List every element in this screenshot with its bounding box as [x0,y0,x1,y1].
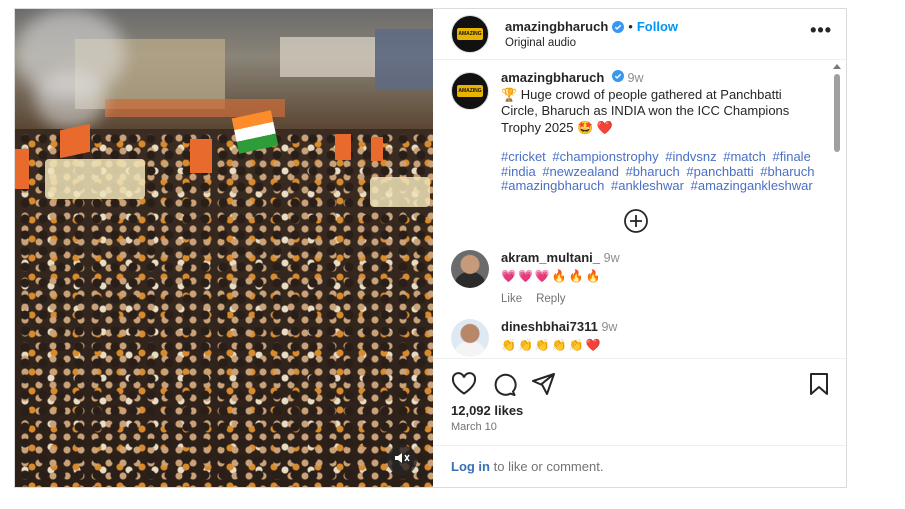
hashtag-link[interactable]: #bharuch [626,164,680,179]
load-more-comments [451,208,820,234]
caption-hashtags: #cricket #championstrophy #indvsnz #matc… [501,150,820,194]
commenter-avatar[interactable] [451,318,489,357]
author-logo: AMAZING [457,28,483,41]
comment-text: 👏👏👏👏👏❤️ [501,337,603,352]
comment-item: akram_multani_ 9w 💗💗💗🔥🔥🔥 Like Reply [451,249,820,305]
login-prompt-text: to like or comment. [490,459,604,474]
mute-button[interactable] [387,445,417,475]
hashtag-link[interactable]: #cricket [501,149,546,165]
likes-count[interactable]: 12,092 likes [451,403,830,418]
video-building-right [375,29,433,89]
commenter-avatar[interactable] [451,249,489,288]
paper-plane-icon[interactable] [531,372,557,396]
hashtag-link[interactable]: #finale [772,149,810,165]
video-flag [335,134,351,160]
post-side-panel: AMAZING amazingbharuch • Follow Original… [433,9,846,487]
plus-circle-icon[interactable] [623,208,649,234]
comment-time[interactable]: 9w [604,251,620,265]
login-prompt: Log in to like or comment. [433,445,846,487]
instagram-post: AMAZING amazingbharuch • Follow Original… [14,8,847,488]
bookmark-icon[interactable] [808,372,830,396]
verified-badge-icon [612,20,625,33]
author-avatar[interactable]: AMAZING [451,15,489,54]
hashtag-link[interactable]: #panchbatti [686,164,753,179]
video-vehicle [370,177,430,207]
comment-reply-button[interactable]: Reply [536,293,565,305]
hashtag-link[interactable]: #indvsnz [665,149,716,165]
hashtag-link[interactable]: #ankleshwar [611,178,684,194]
video-smoke [35,69,105,129]
caption-author-avatar[interactable]: AMAZING [451,72,489,111]
scrollbar[interactable] [832,64,842,358]
comment-item: dineshbhai7311 9w 👏👏👏👏👏❤️ [451,318,820,357]
scrollbar-thumb[interactable] [834,74,840,153]
video-vehicle [45,159,145,199]
comment-username[interactable]: dineshbhai7311 [501,319,598,334]
comment-like-button[interactable]: Like [501,293,522,305]
hashtag-link[interactable]: #bharuch [760,164,814,179]
post-date[interactable]: March 10 [451,421,830,433]
post-actions-bar: 12,092 likes March 10 [433,358,846,433]
post-video[interactable] [15,9,433,487]
comment-time[interactable]: 9w [601,320,617,334]
author-logo: AMAZING [457,85,483,98]
post-caption: AMAZING amazingbharuch 9w 🏆 Huge crowd o… [451,70,820,194]
comments-scroll-area[interactable]: AMAZING amazingbharuch 9w 🏆 Huge crowd o… [433,60,846,358]
video-flag [371,137,383,161]
follow-button[interactable]: Follow [637,19,678,34]
audio-label[interactable]: Original audio [505,37,810,49]
comment-bubble-icon[interactable] [491,372,517,396]
heart-icon[interactable] [451,372,477,396]
speaker-muted-icon [394,451,410,470]
hashtag-link[interactable]: #championstrophy [552,149,658,165]
caption-time[interactable]: 9w [628,71,644,85]
caption-username[interactable]: amazingbharuch [501,70,604,85]
hashtag-link[interactable]: #match [723,149,766,165]
hashtag-link[interactable]: #newzealand [542,164,619,179]
separator-dot: • [628,19,633,35]
more-options-button[interactable]: ••• [810,20,832,49]
video-flag [15,149,29,189]
login-link[interactable]: Log in [451,459,490,474]
verified-badge-icon [611,70,624,83]
video-signboard [280,37,375,77]
hashtag-link[interactable]: #amazingankleshwar [691,178,813,194]
author-username[interactable]: amazingbharuch [505,19,608,34]
caption-text: 🏆 Huge crowd of people gathered at Panch… [501,86,790,135]
post-header: AMAZING amazingbharuch • Follow Original… [433,9,846,61]
scroll-up-arrow-icon[interactable] [833,64,841,70]
comment-text: 💗💗💗🔥🔥🔥 [501,268,603,283]
hashtag-link[interactable]: #india [501,164,536,179]
video-flag [190,139,212,173]
comment-username[interactable]: akram_multani_ [501,250,600,265]
hashtag-link[interactable]: #amazingbharuch [501,178,604,194]
